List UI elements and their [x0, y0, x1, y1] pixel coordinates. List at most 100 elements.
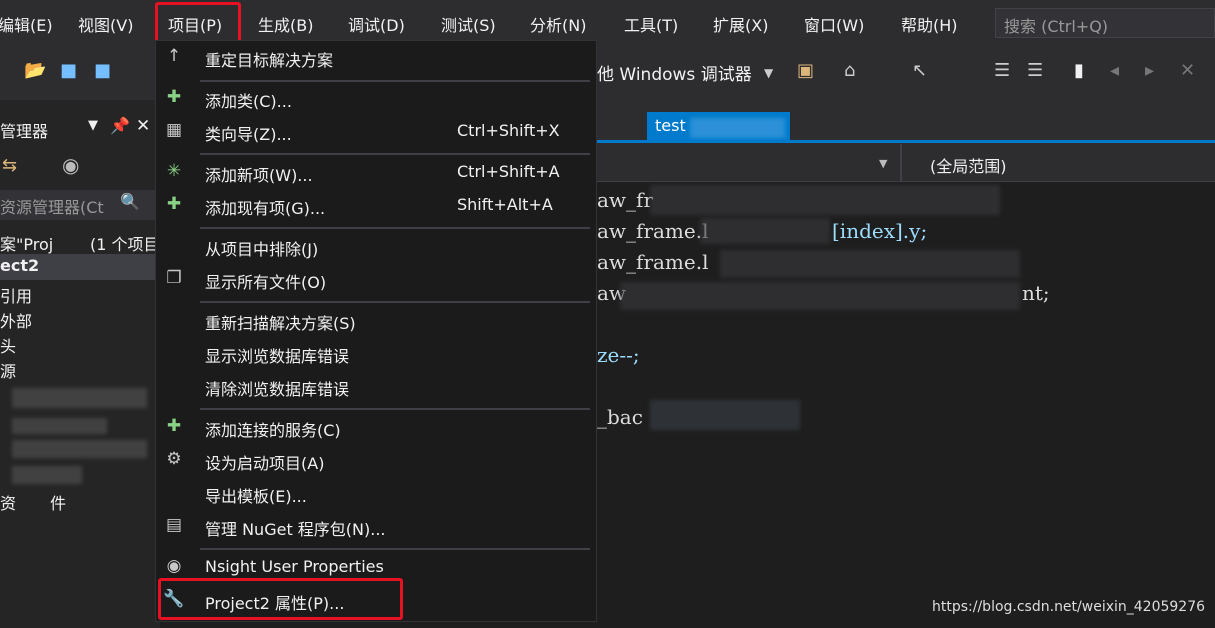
- menu-item-label: 显示浏览数据库错误: [205, 347, 350, 366]
- menu-item-label: 从项目中排除(J): [205, 240, 319, 259]
- arrow-up-icon: ↑: [166, 46, 182, 66]
- highlight-box: [155, 2, 241, 45]
- navigation-bar: [597, 144, 1215, 182]
- highlight-box: [158, 578, 403, 620]
- menu-item[interactable]: 导出模板(E)...: [155, 478, 595, 510]
- nuget-package-icon: ▤: [165, 515, 183, 535]
- tree-headers[interactable]: 头: [0, 333, 16, 357]
- menu-item[interactable]: 清除浏览数据库错误: [155, 371, 595, 403]
- chevron-down-icon[interactable]: ▼: [879, 157, 887, 170]
- menu-item-label: 清除浏览数据库错误: [205, 380, 350, 399]
- nsight-icon: ◉: [166, 556, 182, 576]
- menu-item[interactable]: ✚ 添加类(C)...: [155, 83, 595, 115]
- add-existing-item-icon: ✚: [166, 194, 182, 214]
- open-folder-icon[interactable]: 📂: [24, 60, 46, 81]
- search-icon: 🔍: [120, 192, 140, 211]
- code-line: aw_frame.l: [597, 250, 709, 274]
- menu-item-label: 添加类(C)...: [205, 92, 292, 111]
- clear-bookmarks-icon[interactable]: ✕: [1180, 60, 1195, 81]
- menu-edit[interactable]: 编辑(E): [0, 12, 53, 36]
- tree-solution-count: (1 个项目: [90, 235, 160, 254]
- menu-view[interactable]: 视图(V): [78, 12, 133, 36]
- code-token: [index].y;: [832, 219, 928, 243]
- menu-item-label: 管理 NuGet 程序包(N)...: [205, 520, 386, 539]
- tree-sources[interactable]: 源: [0, 358, 16, 382]
- menu-separator: [200, 548, 590, 550]
- tree-references[interactable]: 引用: [0, 283, 32, 307]
- menu-help[interactable]: 帮助(H): [901, 12, 958, 36]
- indent-icon[interactable]: ☰: [994, 60, 1010, 81]
- menu-tools[interactable]: 工具(T): [624, 12, 678, 36]
- chevron-down-icon[interactable]: ▼: [764, 66, 773, 80]
- menu-item[interactable]: 重新扫描解决方案(S): [155, 305, 595, 337]
- menu-separator: [200, 153, 590, 155]
- menu-item[interactable]: ▦ 类向导(Z)... Ctrl+Shift+X: [155, 116, 595, 148]
- tab-underline: [597, 140, 1215, 143]
- menu-item-label: 设为启动项目(A): [205, 454, 325, 473]
- panel-title: 管理器: [0, 122, 49, 141]
- solution-search-input[interactable]: 资源管理器(Ct 🔍: [0, 190, 155, 220]
- save-icon[interactable]: ■: [60, 60, 77, 81]
- save-all-icon[interactable]: ■: [94, 60, 111, 81]
- watermark: https://blog.csdn.net/weixin_42059276: [932, 599, 1206, 615]
- menu-item[interactable]: ❐ 显示所有文件(O): [155, 264, 595, 296]
- menu-analyze[interactable]: 分析(N): [530, 12, 586, 36]
- menu-item[interactable]: ✚ 添加连接的服务(C): [155, 412, 595, 444]
- add-class-icon: ✚: [166, 87, 182, 107]
- bookmark-icon[interactable]: ▮: [1074, 60, 1084, 81]
- tree-resources[interactable]: 资: [0, 490, 16, 514]
- add-new-item-icon: ✳: [166, 161, 182, 181]
- menu-item-label: 添加连接的服务(C): [205, 421, 341, 440]
- dropdown-icon[interactable]: ▼: [88, 118, 98, 133]
- menu-item-label: 重定目标解决方案: [205, 51, 334, 70]
- comment-icon[interactable]: ☰: [1027, 60, 1043, 81]
- menu-window[interactable]: 窗口(W): [804, 12, 864, 36]
- tree-resources-suffix: 件: [50, 494, 67, 513]
- prev-bookmark-icon[interactable]: ◂: [1110, 60, 1119, 81]
- menu-item[interactable]: ✳ 添加新项(W)... Ctrl+Shift+A: [155, 157, 595, 189]
- menu-item-label: 重新扫描解决方案(S): [205, 314, 356, 333]
- tree-project[interactable]: ect2: [0, 256, 39, 275]
- code-line: aw_fr: [597, 188, 654, 212]
- next-bookmark-icon[interactable]: ▸: [1145, 60, 1154, 81]
- search-placeholder: 资源管理器(Ct: [0, 198, 104, 217]
- menu-item-shortcut: Shift+Alt+A: [457, 195, 553, 214]
- menu-item[interactable]: ↑ 重定目标解决方案: [155, 42, 595, 74]
- menu-separator: [200, 227, 590, 229]
- menu-separator: [200, 301, 590, 303]
- menu-debug[interactable]: 调试(D): [348, 12, 405, 36]
- home-icon[interactable]: ⌂: [844, 60, 855, 81]
- scope-dropdown[interactable]: (全局范围): [930, 153, 1007, 177]
- connected-service-icon: ✚: [166, 416, 182, 436]
- close-icon[interactable]: ✕: [136, 116, 150, 136]
- menu-item[interactable]: 显示浏览数据库错误: [155, 338, 595, 370]
- code-line: _bac: [597, 405, 643, 429]
- code-token: nt;: [1022, 281, 1050, 305]
- sync-icon[interactable]: ⇆: [2, 155, 17, 176]
- menu-extensions[interactable]: 扩展(X): [713, 12, 768, 36]
- menu-item-shortcut: Ctrl+Shift+X: [457, 121, 560, 140]
- menu-item[interactable]: ⚙ 设为启动项目(A): [155, 445, 595, 477]
- menu-item-shortcut: Ctrl+Shift+A: [457, 162, 560, 181]
- debugger-target-dropdown[interactable]: 他 Windows 调试器: [597, 60, 752, 85]
- tree-external[interactable]: 外部: [0, 308, 32, 332]
- menu-test[interactable]: 测试(S): [441, 12, 496, 36]
- find-in-files-icon[interactable]: ▣: [797, 60, 814, 81]
- menu-item-label: 添加现有项(G)...: [205, 199, 326, 218]
- class-wizard-icon: ▦: [165, 120, 183, 140]
- menu-separator: [200, 80, 590, 82]
- menu-item[interactable]: 从项目中排除(J): [155, 231, 595, 263]
- menu-build[interactable]: 生成(B): [258, 12, 313, 36]
- menu-item[interactable]: ✚ 添加现有项(G)... Shift+Alt+A: [155, 190, 595, 222]
- tab-label: test: [655, 116, 686, 135]
- tree-solution[interactable]: 案"Proj: [0, 231, 53, 255]
- menu-item-label: Nsight User Properties: [205, 557, 384, 576]
- nsight-icon[interactable]: ◉: [62, 153, 79, 177]
- search-input[interactable]: 搜索 (Ctrl+Q): [995, 8, 1215, 38]
- menu-item-label: 添加新项(W)...: [205, 166, 313, 185]
- menu-item[interactable]: ▤ 管理 NuGet 程序包(N)...: [155, 511, 595, 543]
- code-line: aw_frame.l: [597, 219, 709, 243]
- pointer-icon[interactable]: ↖: [912, 60, 927, 81]
- pin-icon[interactable]: 📌: [110, 116, 130, 135]
- solution-explorer: [0, 100, 160, 628]
